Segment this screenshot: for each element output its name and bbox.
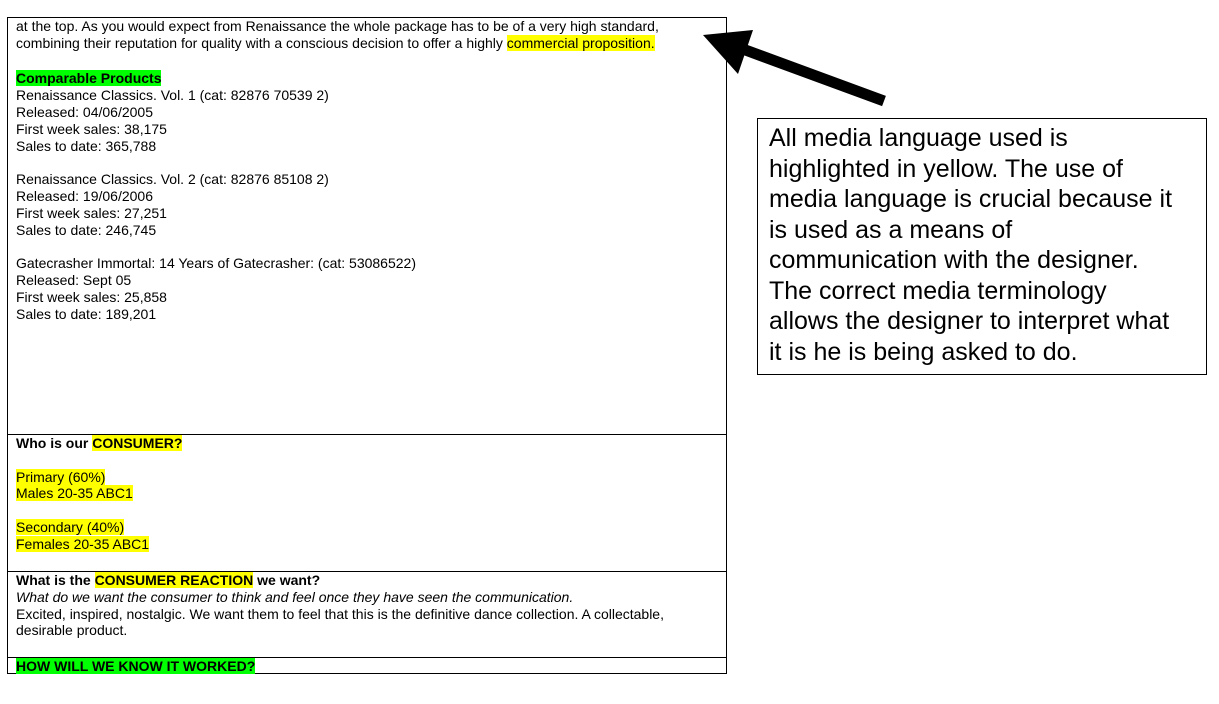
product-2-first-week: First week sales: 27,251 [16, 204, 167, 221]
comparable-products-heading: Comparable Products [16, 70, 162, 87]
reaction-answer-line-1: Excited, inspired, nostalgic. We want th… [16, 605, 664, 622]
product-3-first-week: First week sales: 25,858 [16, 288, 167, 305]
annotation-line-2: highlighted in yellow. The use of [769, 154, 1123, 183]
annotation-line-6: The correct media terminology [769, 276, 1107, 305]
product-1-to-date: Sales to date: 365,788 [16, 137, 157, 154]
annotation-line-7: allows the designer to interpret what [769, 307, 1170, 335]
consumer-reaction-highlight: CONSUMER REACTION [94, 572, 254, 588]
product-3-title: Gatecrasher Immortal: 14 Years of Gatecr… [16, 255, 416, 272]
reaction-section: What is the CONSUMER REACTION we want? W… [8, 571, 726, 657]
commercial-proposition-highlight: commercial proposition. [506, 34, 655, 51]
reaction-heading: What is the CONSUMER REACTION we want? [16, 572, 321, 588]
product-2-title: Renaissance Classics. Vol. 2 (cat: 82876… [16, 171, 329, 188]
secondary-label: Secondary (40%) [16, 518, 125, 535]
brief-document: at the top. As you would expect from Ren… [7, 17, 727, 674]
annotation-line-8: it is he is being asked to do. [769, 337, 1078, 366]
primary-desc: Males 20-35 ABC1 [16, 485, 133, 502]
arrow-icon [703, 30, 886, 107]
product-3-to-date: Sales to date: 189,201 [16, 305, 157, 322]
intro-comparable-section: at the top. As you would expect from Ren… [8, 18, 726, 434]
arrow-shaft [738, 42, 886, 107]
product-3-released: Released: Sept 05 [16, 271, 132, 288]
annotation-line-3: media language is crucial because it [769, 185, 1173, 213]
intro-line-2-text: combining their reputation for quality w… [16, 34, 507, 51]
product-2-to-date: Sales to date: 246,745 [16, 221, 157, 238]
product-1-title: Renaissance Classics. Vol. 1 (cat: 82876… [16, 87, 329, 104]
secondary-desc: Females 20-35 ABC1 [16, 535, 150, 552]
annotation-line-5: communication with the designer. [769, 246, 1139, 274]
annotation-line-4: is used as a means of [769, 215, 1013, 244]
arrow-head [703, 30, 753, 74]
product-1-first-week: First week sales: 38,175 [16, 120, 167, 137]
reaction-question: What do we want the consumer to think an… [16, 588, 574, 605]
intro-line-1: at the top. As you would expect from Ren… [16, 18, 659, 34]
product-1-released: Released: 04/06/2005 [16, 103, 153, 120]
primary-label: Primary (60%) [16, 468, 106, 485]
consumer-heading: Who is our CONSUMER? [16, 435, 183, 451]
product-2-released: Released: 19/06/2006 [16, 187, 153, 204]
reaction-answer-line-2: desirable product. [16, 622, 128, 639]
annotation-line-1: All media language used is [769, 124, 1068, 152]
annotation-box: All media language used is highlighted i… [757, 118, 1207, 375]
intro-line-2: combining their reputation for quality w… [16, 34, 718, 52]
how-will-we-know-heading: HOW WILL WE KNOW IT WORKED? [16, 658, 256, 674]
worked-section: HOW WILL WE KNOW IT WORKED? [8, 657, 726, 675]
consumer-section: Who is our CONSUMER? Primary (60%) Males… [8, 434, 726, 571]
consumer-highlight: CONSUMER? [92, 435, 183, 451]
